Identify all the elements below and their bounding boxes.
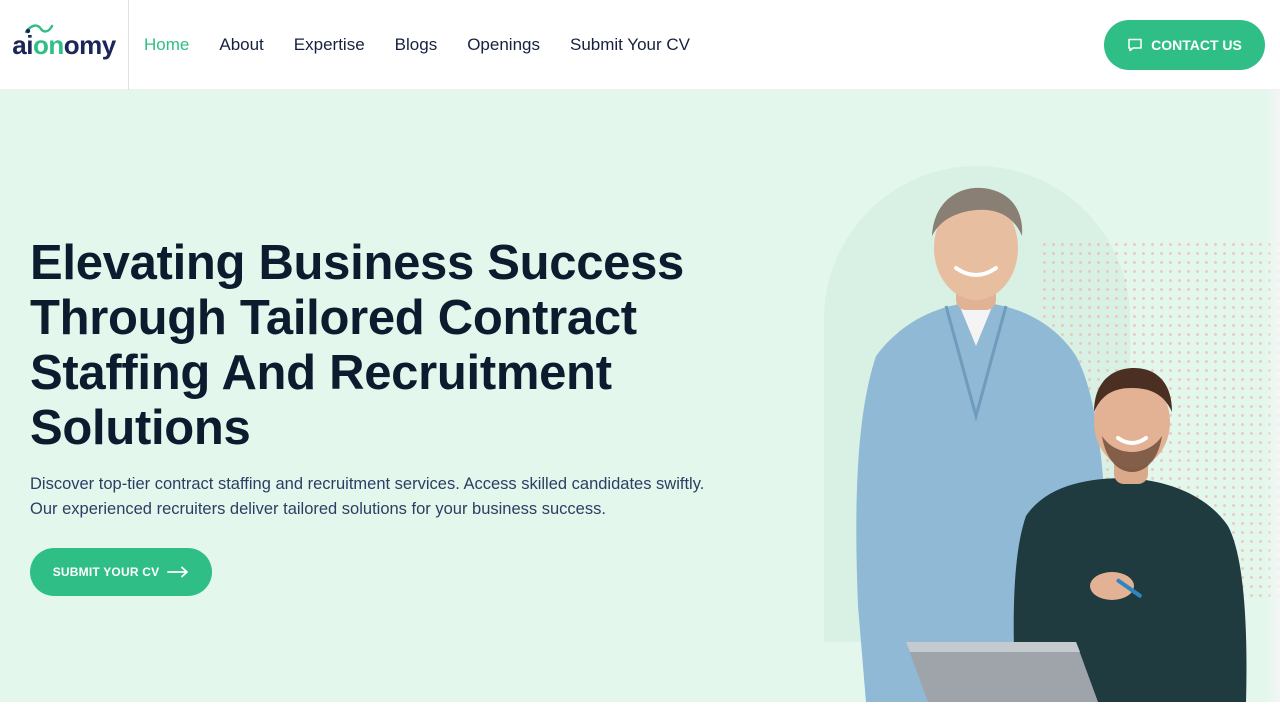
nav-item-blogs[interactable]: Blogs (395, 35, 438, 55)
headline-line: Elevating Business Success (30, 236, 685, 290)
page-scroll-shadow (1264, 90, 1280, 702)
logo-text-suffix: omy (63, 30, 116, 60)
arrow-right-icon (167, 566, 189, 578)
message-icon (1128, 38, 1142, 52)
nav-item-openings[interactable]: Openings (467, 35, 540, 55)
headline-line: Staffing And Recruitment (30, 346, 612, 400)
headline-line: Solutions (30, 401, 251, 455)
submit-cv-label: SUBMIT YOUR CV (52, 565, 160, 579)
business-people-photo (856, 187, 1247, 702)
contact-us-button[interactable]: CONTACT US (1104, 20, 1265, 70)
logo-container[interactable]: aionomy (0, 0, 129, 90)
hero-headline: Elevating Business Success Through Tailo… (30, 236, 730, 456)
nav-item-about[interactable]: About (219, 35, 263, 55)
page-bottom-strip (0, 702, 1280, 720)
contact-us-label: CONTACT US (1151, 37, 1242, 53)
hero-section: Elevating Business Success Through Tailo… (0, 90, 1280, 702)
hero-subtext: Discover top-tier contract staffing and … (30, 475, 705, 518)
brand-logo[interactable]: aionomy (12, 24, 116, 60)
main-nav: Home About Expertise Blogs Openings Subm… (144, 0, 690, 90)
nav-item-home[interactable]: Home (144, 35, 189, 55)
headline-line: Through Tailored Contract (30, 291, 637, 345)
logo-swoosh-icon (25, 24, 54, 34)
site-header: aionomy Home About Expertise Blogs Openi… (0, 0, 1280, 90)
submit-cv-button[interactable]: SUBMIT YOUR CV (30, 548, 212, 596)
nav-item-expertise[interactable]: Expertise (294, 35, 365, 55)
nav-item-submit-cv[interactable]: Submit Your CV (570, 35, 690, 55)
